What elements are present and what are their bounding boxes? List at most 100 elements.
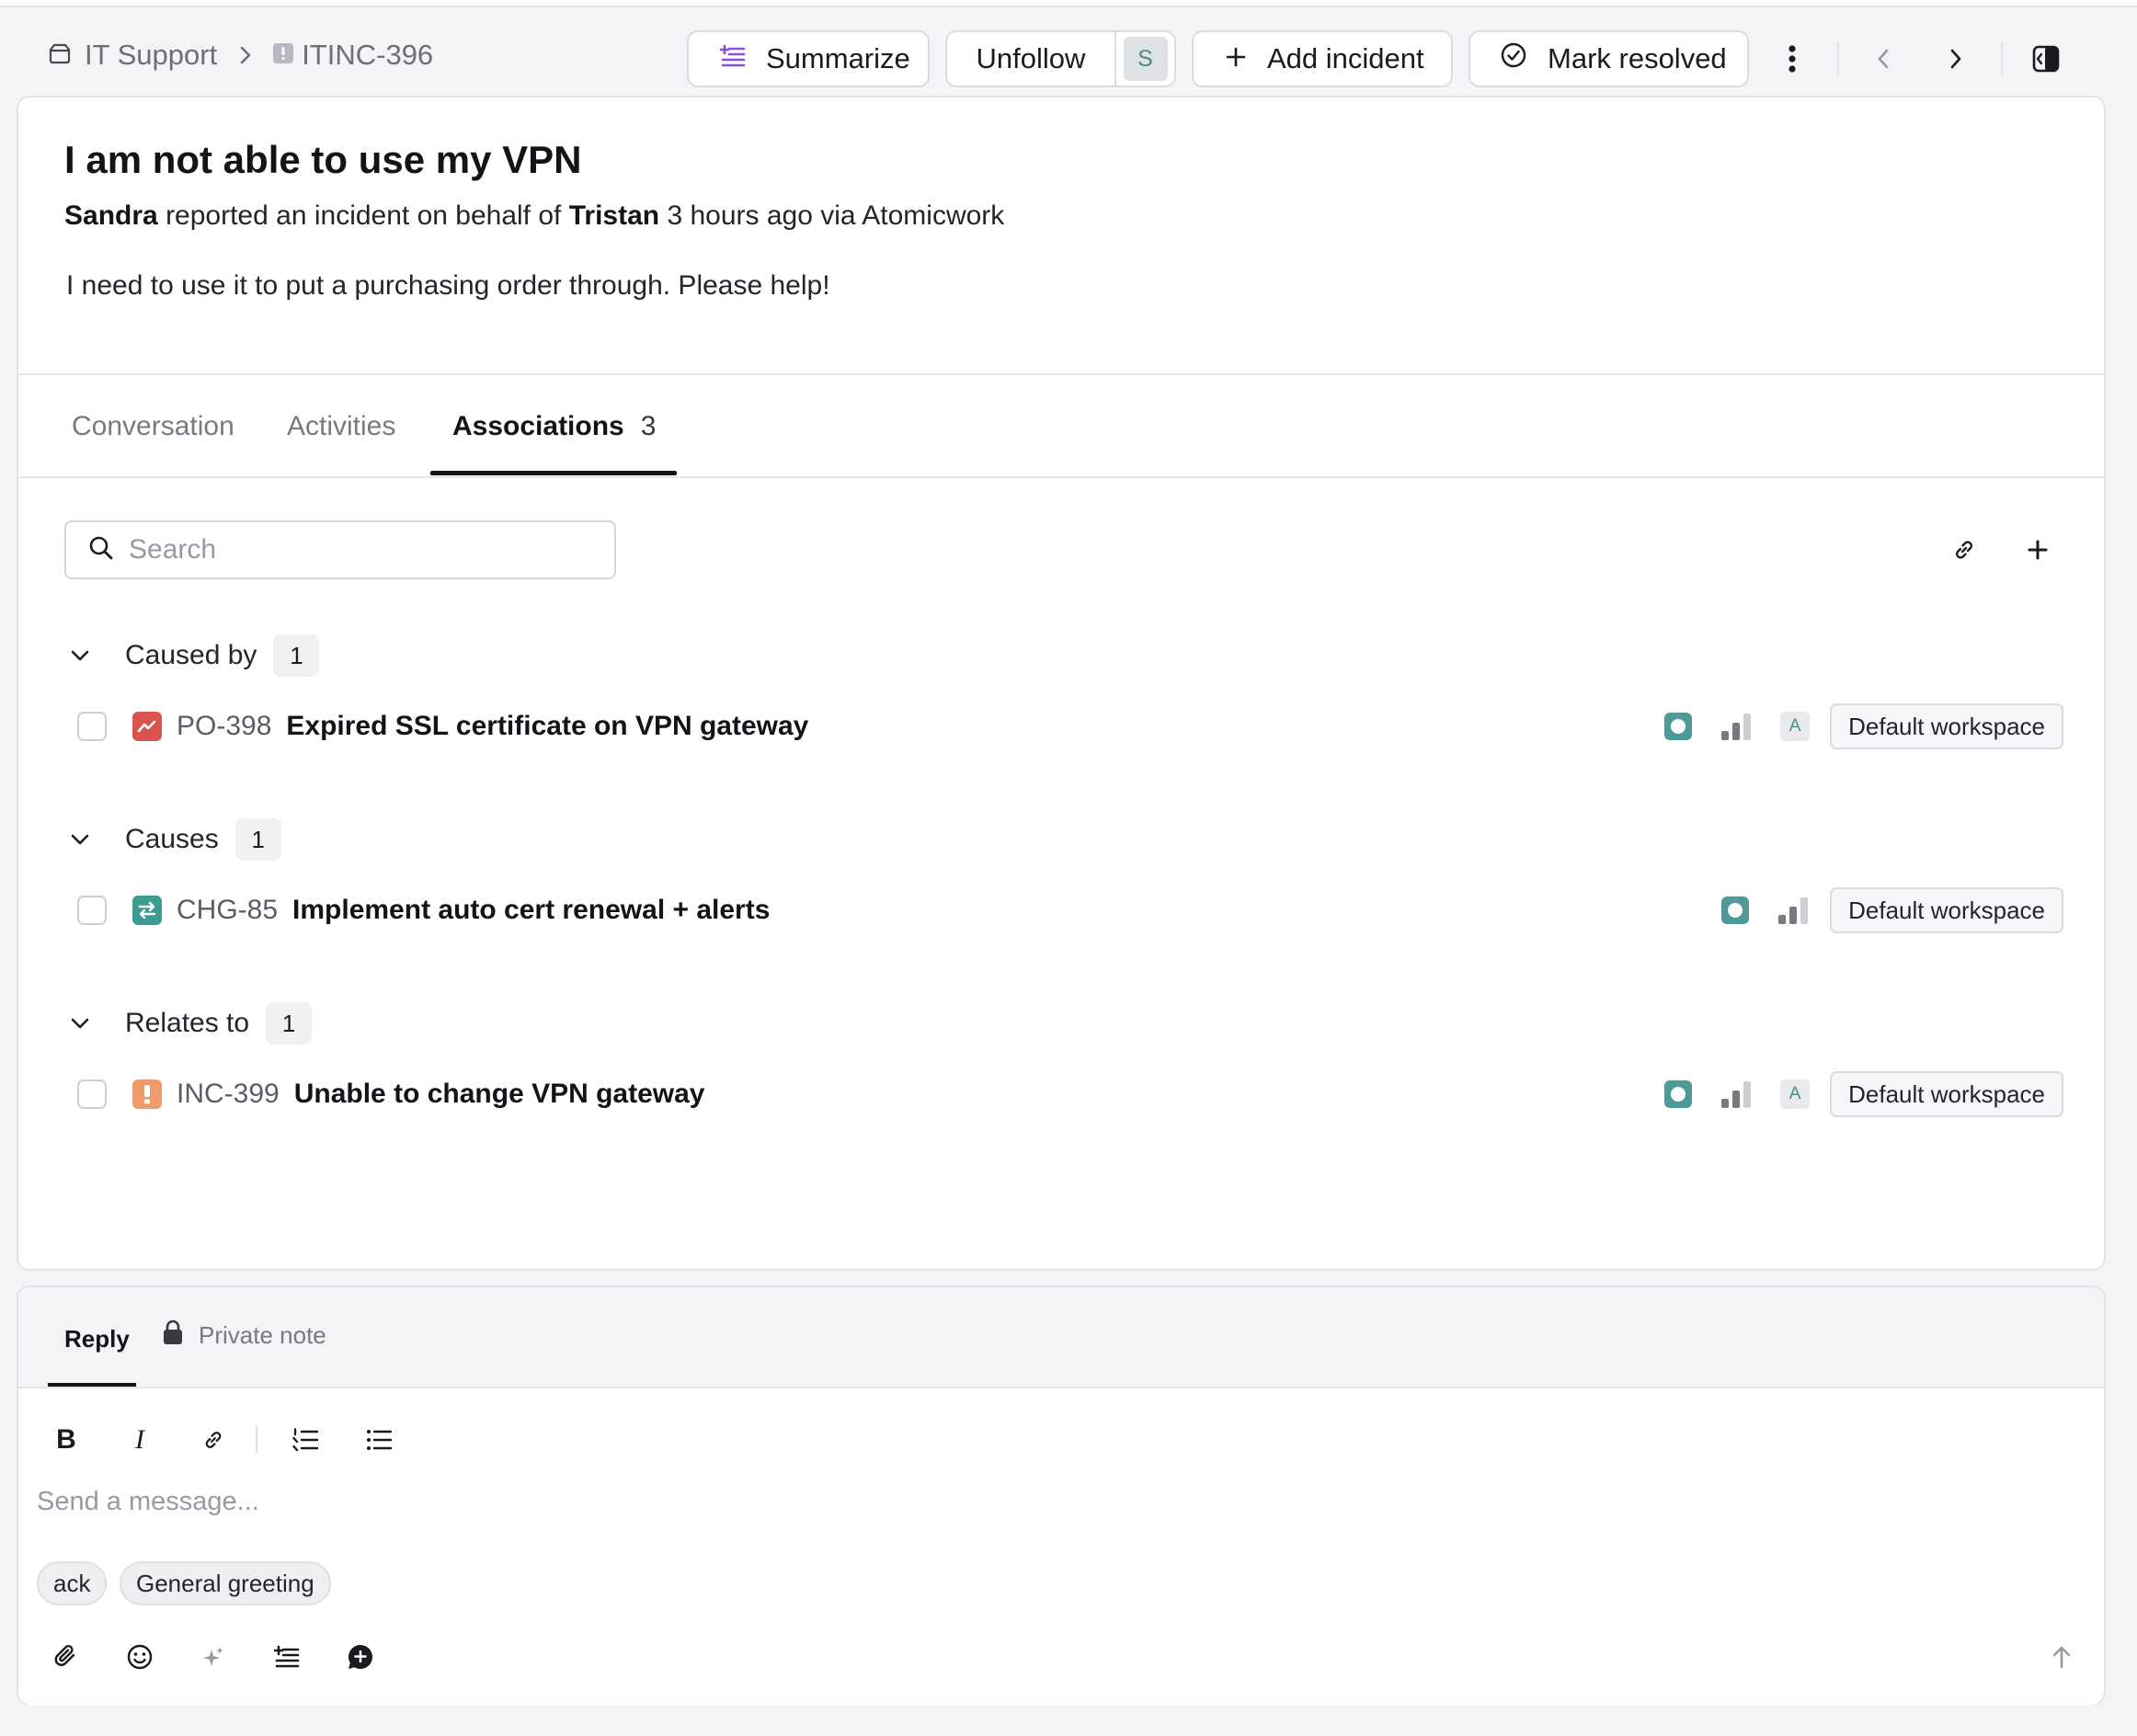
canned-response-icon[interactable]: [340, 1637, 381, 1677]
incident-type-icon: [272, 39, 294, 72]
breadcrumb-parent-label: IT Support: [85, 39, 218, 71]
page-title: I am not able to use my VPN: [64, 138, 582, 181]
tab-reply[interactable]: Reply: [64, 1319, 130, 1359]
incident-description: I need to use it to put a purchasing ord…: [66, 270, 830, 301]
next-icon[interactable]: [1932, 35, 1980, 83]
priority-icon: [1721, 713, 1753, 740]
group-label: Caused by: [125, 640, 257, 670]
divider: [2001, 42, 2003, 75]
workspace-badge: Default workspace: [1830, 703, 2063, 749]
tab-associations-label: Associations: [452, 411, 624, 441]
search-input[interactable]: [129, 534, 570, 565]
plus-icon: [1225, 42, 1247, 75]
row-checkbox[interactable]: [77, 896, 107, 925]
link-icon[interactable]: [1940, 526, 1988, 574]
mark-resolved-button[interactable]: Mark resolved: [1468, 30, 1749, 87]
workspace-badge: Default workspace: [1830, 887, 2063, 933]
group-causes[interactable]: Causes 1: [70, 817, 281, 862]
numbered-list-icon[interactable]: [287, 1422, 324, 1458]
status-icon: [1664, 713, 1693, 740]
sidebar-toggle-icon[interactable]: [2022, 35, 2070, 83]
incident-card: I am not able to use my VPN Sandra repor…: [17, 96, 2106, 1271]
item-title[interactable]: Expired SSL certificate on VPN gateway: [286, 711, 808, 742]
search-box: [64, 520, 616, 579]
breadcrumb: IT Support ITINC-396: [48, 35, 433, 75]
item-title[interactable]: Unable to change VPN gateway: [294, 1079, 705, 1110]
list-item[interactable]: CHG-85 Implement auto cert renewal + ale…: [77, 883, 2063, 938]
send-icon[interactable]: [2041, 1637, 2082, 1677]
priority-icon: [1778, 897, 1810, 924]
tab-private-note[interactable]: Private note: [162, 1315, 326, 1355]
group-count: 1: [234, 818, 281, 861]
tab-activities-label: Activities: [287, 411, 396, 441]
bullet-list-icon[interactable]: [360, 1422, 397, 1458]
row-meta: A Default workspace: [1664, 1067, 2063, 1122]
message-input[interactable]: [37, 1479, 1876, 1525]
add-incident-button[interactable]: Add incident: [1192, 30, 1453, 87]
row-checkbox[interactable]: [77, 712, 107, 741]
breadcrumb-current-label: ITINC-396: [302, 39, 434, 71]
chevron-right-icon: [239, 45, 252, 65]
tab-bar: Conversation Activities Associations 3: [18, 375, 2104, 478]
group-count: 1: [273, 634, 320, 677]
breadcrumb-parent[interactable]: IT Support: [48, 39, 217, 72]
assignee-avatar[interactable]: A: [1780, 712, 1811, 741]
reported-text: reported an incident on behalf of: [166, 200, 562, 231]
ai-sparkle-icon[interactable]: [193, 1637, 234, 1677]
quick-reply-chip[interactable]: ack: [37, 1561, 108, 1605]
add-association-icon[interactable]: [2014, 526, 2062, 574]
previous-icon[interactable]: [1859, 35, 1907, 83]
attachment-icon[interactable]: [46, 1637, 86, 1677]
bold-icon[interactable]: B: [48, 1422, 85, 1458]
quick-reply-chip[interactable]: General greeting: [120, 1561, 331, 1605]
divider: [1837, 42, 1839, 75]
row-meta: A Default workspace: [1664, 699, 2063, 754]
tab-associations[interactable]: Associations 3: [452, 375, 656, 478]
reporter-name[interactable]: Sandra: [64, 200, 158, 231]
summarize-label: Summarize: [766, 42, 910, 74]
group-relates-to[interactable]: Relates to 1: [70, 1000, 313, 1046]
assignee-avatar[interactable]: A: [1780, 1079, 1811, 1109]
requester-name[interactable]: Tristan: [569, 200, 659, 231]
problem-icon: [132, 712, 162, 741]
chevron-down-icon: [70, 1017, 107, 1030]
status-icon: [1664, 1080, 1693, 1108]
list-item[interactable]: INC-399 Unable to change VPN gateway A D…: [77, 1067, 2063, 1122]
item-id: PO-398: [177, 711, 272, 741]
priority-icon: [1721, 1080, 1753, 1108]
unfollow-button[interactable]: Unfollow: [947, 32, 1116, 86]
lock-icon: [162, 1319, 184, 1352]
item-title[interactable]: Implement auto cert renewal + alerts: [292, 895, 770, 926]
change-icon: [132, 896, 162, 925]
more-options-icon[interactable]: [1768, 35, 1816, 83]
link-icon[interactable]: [195, 1422, 232, 1458]
divider: [256, 1425, 257, 1453]
search-icon: [88, 535, 114, 565]
item-id: INC-399: [177, 1079, 280, 1109]
list-item[interactable]: PO-398 Expired SSL certificate on VPN ga…: [77, 699, 2063, 754]
group-count: 1: [266, 1002, 313, 1045]
item-id: CHG-85: [177, 895, 279, 925]
header-bar: IT Support ITINC-396 Summarize Unfollow …: [0, 7, 2137, 96]
chevron-down-icon: [70, 833, 107, 846]
unfollow-label: Unfollow: [976, 42, 1086, 74]
tab-activities[interactable]: Activities: [287, 375, 395, 478]
group-caused-by[interactable]: Caused by 1: [70, 633, 320, 679]
row-checkbox[interactable]: [77, 1079, 107, 1109]
tab-conversation[interactable]: Conversation: [72, 375, 234, 478]
incident-meta: Sandra reported an incident on behalf of…: [64, 200, 1004, 232]
tab-conversation-label: Conversation: [72, 411, 234, 441]
reported-time: 3 hours ago: [667, 200, 813, 231]
window-top-edge: [0, 0, 2137, 7]
check-circle-icon: [1500, 41, 1527, 76]
emoji-icon[interactable]: [120, 1637, 160, 1677]
tab-reply-label: Reply: [64, 1324, 130, 1353]
status-icon: [1721, 897, 1750, 924]
italic-icon[interactable]: I: [121, 1422, 158, 1458]
summarize-button[interactable]: Summarize: [687, 30, 930, 87]
tab-associations-count: 3: [640, 411, 657, 441]
reply-composer: Reply Private note B I ack General greet…: [17, 1285, 2106, 1705]
summarize-icon[interactable]: [267, 1637, 307, 1677]
followers-button[interactable]: S: [1116, 37, 1174, 81]
reported-via: via Atomicwork: [820, 200, 1005, 231]
